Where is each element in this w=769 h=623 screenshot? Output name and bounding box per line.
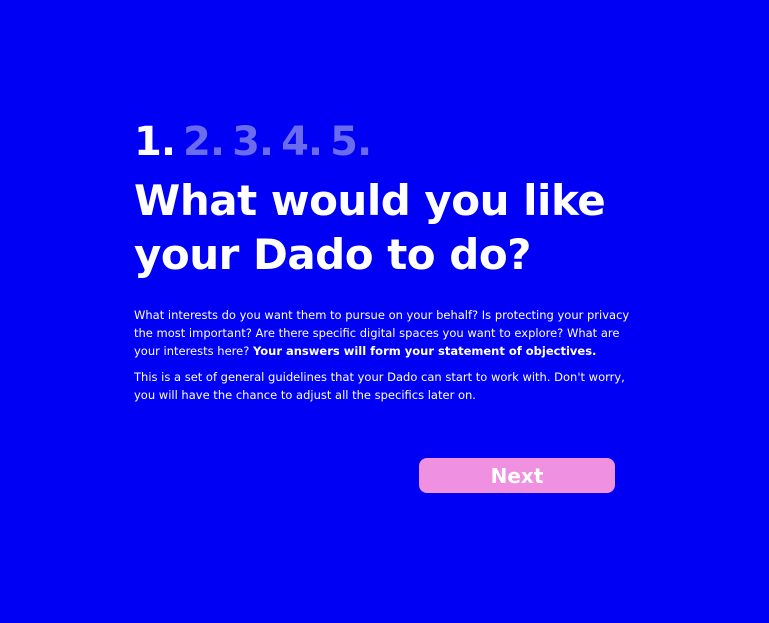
onboarding-page: 1. 2. 3. 4. 5. What would you like your Dado…: [0, 0, 769, 623]
intro-paragraph: What interests do you want them to pursu…: [134, 306, 634, 360]
step-indicator: 1. 2. 3. 4. 5.: [134, 118, 634, 166]
intro-emphasis: Your answers will form your statement of…: [252, 344, 597, 358]
step-5: 5.: [330, 119, 372, 165]
next-button[interactable]: Next: [419, 458, 615, 493]
step-1: 1.: [134, 119, 176, 165]
page-title: What would you like your Dado to do?: [134, 176, 606, 279]
step-2: 2.: [183, 119, 225, 165]
onboarding-content: 1. 2. 3. 4. 5. What would you like your Dado…: [134, 118, 634, 404]
step-3: 3.: [232, 119, 274, 165]
step-4: 4.: [281, 119, 323, 165]
guidelines-paragraph: This is a set of general guidelines that…: [134, 370, 625, 402]
